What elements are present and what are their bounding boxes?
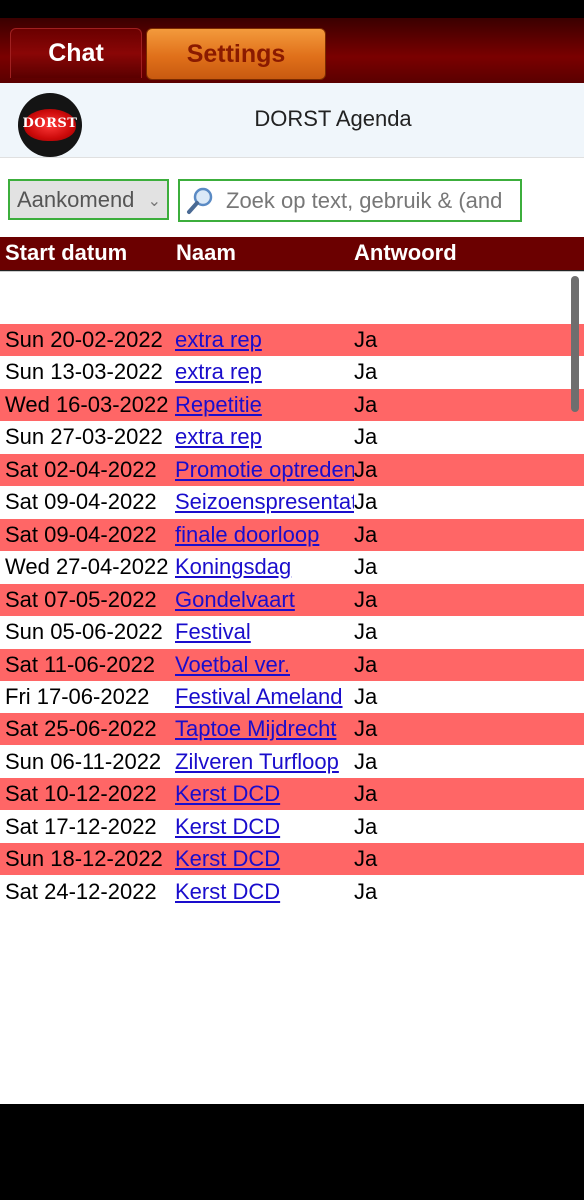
start-date-cell: Sun 05-06-2022: [5, 619, 163, 645]
table-row[interactable]: Sun 27-03-2022 extra rep Ja: [0, 421, 584, 454]
table-row[interactable]: Sat 09-04-2022 finale doorloop Ja: [0, 518, 584, 551]
answer-cell: Ja: [354, 748, 378, 774]
event-name-link[interactable]: extra rep: [175, 424, 354, 450]
event-name-link[interactable]: Festival: [175, 619, 354, 645]
answer-cell: Ja: [354, 619, 378, 645]
search-icon: [187, 187, 213, 214]
start-date-cell: Sat 02-04-2022: [5, 456, 157, 482]
event-name-link[interactable]: extra rep: [175, 327, 354, 353]
start-date-cell: Wed 16-03-2022: [5, 391, 169, 417]
event-name-link[interactable]: Kerst DCD: [175, 814, 354, 840]
event-name-link[interactable]: Seizoenspresentatie: [175, 489, 354, 515]
table-row[interactable]: Sat 11-06-2022 Voetbal ver. Ja: [0, 648, 584, 681]
period-filter-value: Aankomend: [17, 186, 135, 212]
answer-cell: Ja: [354, 878, 378, 904]
tab-settings[interactable]: Settings: [146, 28, 326, 80]
event-name-link[interactable]: Kerst DCD: [175, 879, 354, 905]
table-row[interactable]: Sat 24-12-2022 Kerst DCD Ja: [0, 875, 584, 908]
answer-cell: Ja: [354, 391, 378, 417]
table-row[interactable]: Sun 06-11-2022 Zilveren Turfloop Ja: [0, 745, 584, 778]
table-row[interactable]: Wed 27-04-2022 Koningsdag Ja: [0, 551, 584, 584]
event-name-link[interactable]: Voetbal ver.: [175, 652, 354, 678]
table-row[interactable]: Sun 18-12-2022 Kerst DCD Ja: [0, 843, 584, 876]
table-row[interactable]: Sun 13-03-2022 extra rep Ja: [0, 356, 584, 389]
answer-cell: Ja: [354, 489, 378, 515]
answer-cell: Ja: [354, 586, 378, 612]
start-date-cell: Fri 17-06-2022: [5, 683, 150, 709]
answer-cell: Ja: [354, 651, 378, 677]
column-header-answer[interactable]: Antwoord: [354, 240, 457, 266]
answer-cell: Ja: [354, 716, 378, 742]
answer-cell: Ja: [354, 813, 378, 839]
start-date-cell: Sat 17-12-2022: [5, 813, 157, 839]
answer-cell: Ja: [354, 781, 378, 807]
event-name-link[interactable]: Gondelvaart: [175, 587, 354, 613]
search-box[interactable]: [178, 179, 522, 222]
table-row[interactable]: Sat 25-06-2022 Taptoe Mijdrecht Ja: [0, 713, 584, 746]
event-name-link[interactable]: extra rep: [175, 359, 354, 385]
event-name-link[interactable]: Promotie optreden: [175, 457, 354, 483]
table-row[interactable]: Fri 17-06-2022 Festival Ameland Ja: [0, 680, 584, 713]
event-name-link[interactable]: finale doorloop: [175, 522, 354, 548]
table-row[interactable]: Sun 20-02-2022 extra rep Ja: [0, 324, 584, 356]
table-row[interactable]: Sun 05-06-2022 Festival Ja: [0, 616, 584, 649]
start-date-cell: Sat 11-06-2022: [5, 651, 156, 677]
app-window: Chat Settings DORST DORST Agenda Aankome…: [0, 18, 584, 1104]
answer-cell: Ja: [354, 456, 378, 482]
table-row[interactable]: Sat 02-04-2022 Promotie optreden Ja: [0, 453, 584, 486]
start-date-cell: Sun 06-11-2022: [5, 748, 162, 774]
column-header-name[interactable]: Naam: [176, 240, 236, 266]
start-date-cell: Wed 27-04-2022: [5, 554, 169, 580]
start-date-cell: Sat 09-04-2022: [5, 489, 157, 515]
start-date-cell: Sun 18-12-2022: [5, 846, 163, 872]
event-name-link[interactable]: Koningsdag: [175, 554, 354, 580]
answer-cell: Ja: [354, 554, 378, 580]
event-name-link[interactable]: Repetitie: [175, 392, 354, 418]
start-date-cell: Sat 07-05-2022: [5, 586, 157, 612]
page-header: DORST DORST Agenda: [0, 83, 584, 158]
start-date-cell: Sun 13-03-2022: [5, 359, 163, 385]
tab-chat[interactable]: Chat: [10, 28, 142, 78]
answer-cell: Ja: [354, 424, 378, 450]
start-date-cell: Sat 25-06-2022: [5, 716, 157, 742]
event-name-link[interactable]: Kerst DCD: [175, 846, 354, 872]
logo-text: DORST: [22, 116, 78, 131]
scrollbar[interactable]: [571, 276, 579, 412]
table-row[interactable]: Sat 10-12-2022 Kerst DCD Ja: [0, 778, 584, 811]
search-input[interactable]: [226, 181, 520, 220]
chevron-down-icon: ⌄: [147, 193, 161, 210]
answer-cell: Ja: [354, 327, 378, 352]
start-date-cell: Sun 27-03-2022: [5, 424, 163, 450]
agenda-table-body: Sun 20-02-2022 extra rep Ja Sun 13-03-2022 e…: [0, 271, 584, 1104]
table-row[interactable]: Sat 17-12-2022 Kerst DCD Ja: [0, 810, 584, 843]
table-header: Start datum Naam Antwoord: [0, 237, 584, 271]
page-title: DORST Agenda: [254, 106, 412, 131]
event-name-link[interactable]: Taptoe Mijdrecht: [175, 716, 354, 742]
event-name-link[interactable]: Kerst DCD: [175, 781, 354, 807]
table-row[interactable]: Wed 16-03-2022 Repetitie Ja: [0, 388, 584, 421]
column-header-start-date[interactable]: Start datum: [5, 240, 127, 266]
start-date-cell: Sat 09-04-2022: [5, 521, 157, 547]
table-row[interactable]: Sat 07-05-2022 Gondelvaart Ja: [0, 583, 584, 616]
table-row[interactable]: Sat 09-04-2022 SeizoenspresentatieJa: [0, 486, 584, 519]
answer-cell: Ja: [354, 683, 378, 709]
answer-cell: Ja: [354, 359, 378, 385]
period-filter-select[interactable]: Aankomend ⌄: [8, 179, 169, 220]
dorst-logo: DORST: [18, 93, 82, 157]
start-date-cell: Sat 10-12-2022: [5, 781, 157, 807]
start-date-cell: Sat 24-12-2022: [5, 878, 157, 904]
event-name-link[interactable]: Festival Ameland: [175, 684, 354, 710]
answer-cell: Ja: [354, 521, 378, 547]
start-date-cell: Sun 20-02-2022: [5, 327, 163, 352]
answer-cell: Ja: [354, 846, 378, 872]
event-name-link[interactable]: Zilveren Turfloop: [175, 749, 354, 775]
tab-bar: Chat Settings: [0, 18, 584, 83]
